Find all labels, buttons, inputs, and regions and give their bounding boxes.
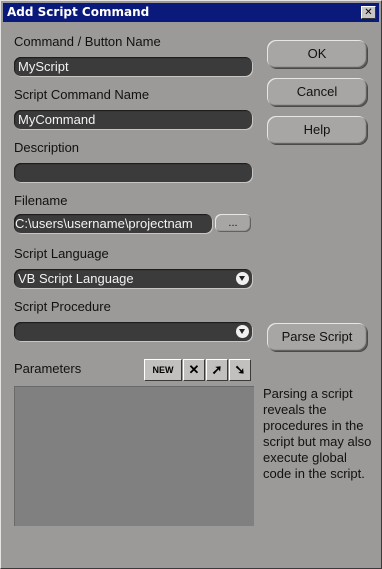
new-parameter-button[interactable]: NEW: [144, 359, 182, 381]
description-input[interactable]: [14, 163, 252, 182]
filename-label: Filename: [14, 193, 68, 208]
command-name-value: MyCommand: [18, 112, 96, 127]
button-name-input[interactable]: MyScript: [14, 57, 252, 76]
parse-script-button[interactable]: Parse Script: [267, 323, 367, 351]
parameters-label: Parameters: [14, 361, 82, 376]
move-down-button[interactable]: ➘: [229, 359, 251, 381]
title-bar[interactable]: Add Script Command ✕: [3, 3, 379, 22]
language-value: VB Script Language: [18, 271, 134, 286]
parameters-list[interactable]: [14, 386, 254, 526]
language-select[interactable]: VB Script Language: [14, 269, 252, 288]
description-label: Description: [14, 140, 80, 155]
chevron-down-icon[interactable]: [236, 325, 249, 338]
command-name-label: Script Command Name: [14, 87, 150, 102]
button-name-value: MyScript: [18, 59, 69, 74]
new-icon: NEW: [152, 365, 174, 375]
cancel-button[interactable]: Cancel: [267, 78, 367, 106]
delete-icon: ✕: [188, 362, 200, 377]
move-up-button[interactable]: ➚: [206, 359, 228, 381]
help-button[interactable]: Help: [267, 116, 367, 144]
filename-value: C:\users\username\projectnam: [15, 216, 193, 231]
arrow-down-icon: ➘: [234, 362, 246, 377]
chevron-down-icon[interactable]: [236, 272, 249, 285]
button-name-label: Command / Button Name: [14, 34, 161, 49]
delete-parameter-button[interactable]: ✕: [183, 359, 205, 381]
language-label: Script Language: [14, 246, 109, 261]
procedure-select[interactable]: [14, 322, 252, 341]
arrow-up-icon: ➚: [211, 362, 223, 377]
browse-button[interactable]: ...: [215, 214, 251, 232]
window-title: Add Script Command: [7, 5, 150, 19]
parse-info-text: Parsing a script reveals the procedures …: [263, 386, 372, 481]
filename-input[interactable]: C:\users\username\projectnam: [14, 214, 212, 233]
procedure-label: Script Procedure: [14, 299, 111, 314]
add-script-command-dialog: Add Script Command ✕ Command / Button Na…: [0, 0, 382, 569]
close-icon: ✕: [364, 7, 373, 18]
close-button[interactable]: ✕: [361, 6, 376, 19]
command-name-input[interactable]: MyCommand: [14, 110, 252, 129]
ok-button[interactable]: OK: [267, 40, 367, 68]
